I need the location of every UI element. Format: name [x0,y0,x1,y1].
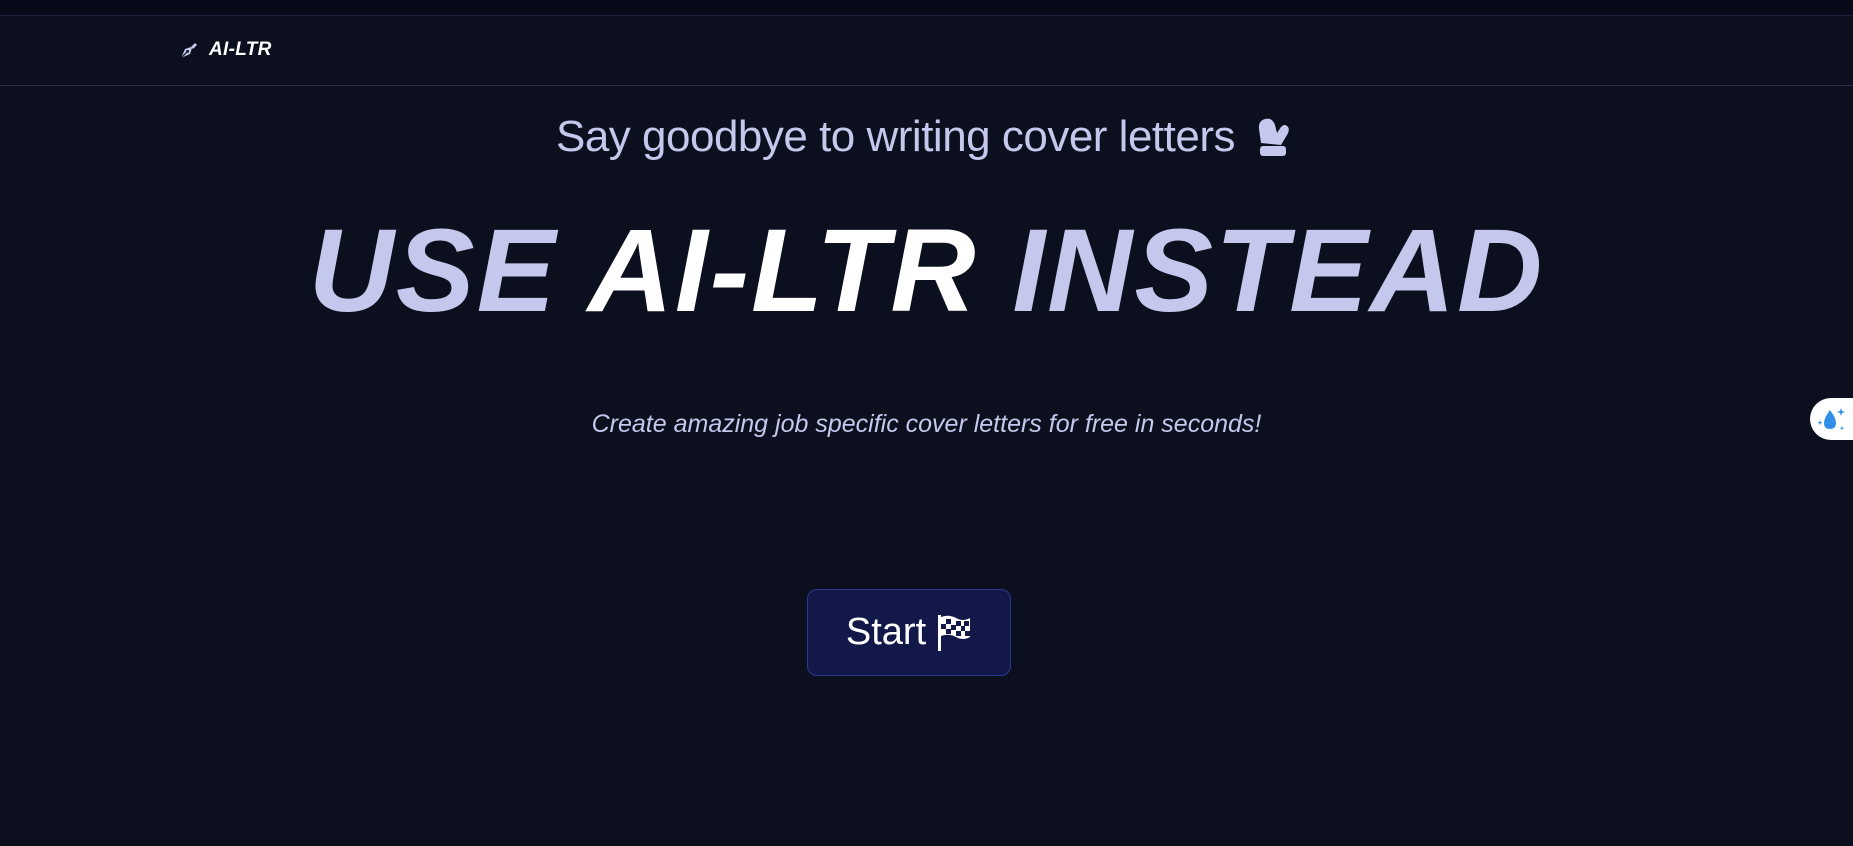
hero-subtext: Create amazing job specific cover letter… [591,410,1262,438]
start-button[interactable]: Start [807,589,1011,676]
headline-brand: AI-LTR [587,205,978,337]
tagline-text: Say goodbye to writing cover letters [555,112,1236,161]
hero-tagline: Say goodbye to writing cover letters [0,112,1853,162]
mitten-icon [1258,118,1289,156]
side-widget-tab[interactable] [1810,398,1853,440]
start-button-label: Start [845,611,927,653]
checkered-flag-icon [938,614,971,651]
navbar: AI-LTR [0,16,1853,86]
hero-headline: USE AI-LTR INSTEAD [0,212,1853,330]
fountain-pen-icon [180,43,197,59]
droplet-sparkle-icon [1817,408,1845,431]
headline-instead: INSTEAD [977,205,1545,337]
brand-name: AI-LTR [209,39,272,60]
browser-top-strip [0,0,1853,16]
brand-logo-link[interactable]: AI-LTR [177,38,272,62]
headline-use: USE [308,205,588,337]
